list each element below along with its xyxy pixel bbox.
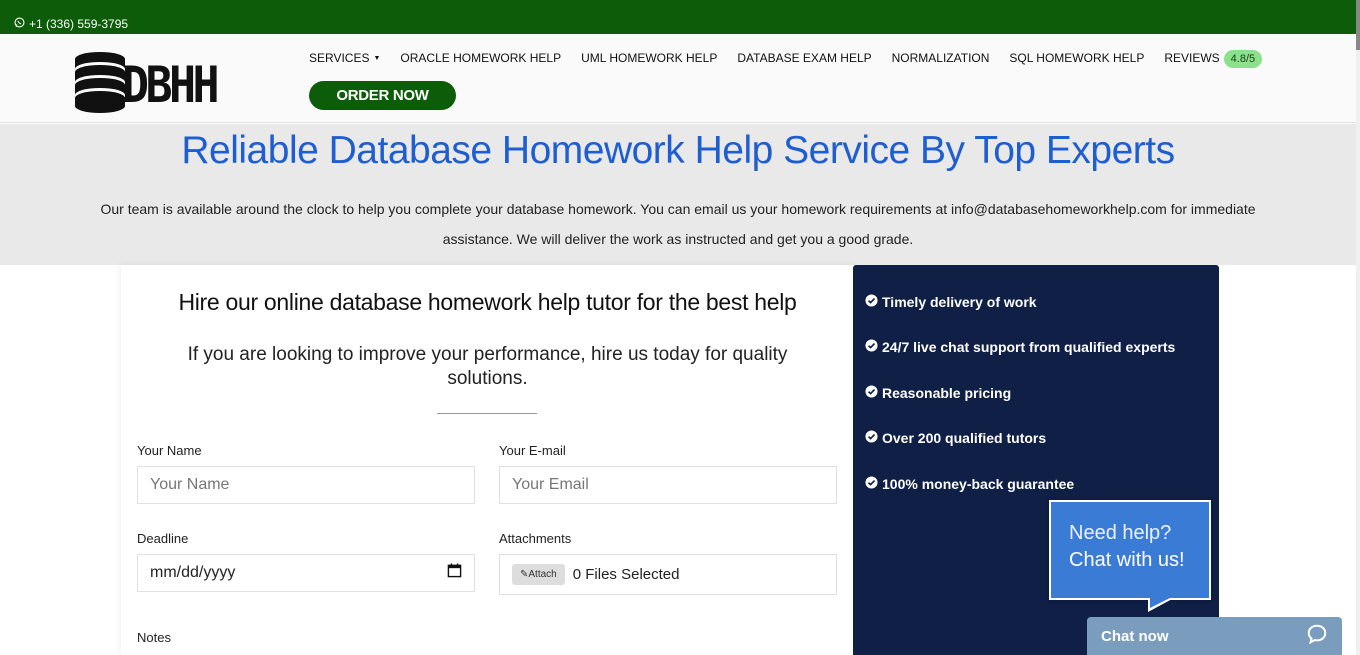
benefit-text: 100% money-back guarantee xyxy=(882,476,1075,492)
nav-reviews-label: REVIEWS xyxy=(1164,51,1220,65)
name-placeholder: Your Name xyxy=(150,476,230,493)
email-input[interactable]: Your Email xyxy=(499,466,837,504)
benefit-item: 100% money-back guarantee xyxy=(865,476,1074,492)
page-title: Reliable Database Homework Help Service … xyxy=(181,129,1175,172)
email-label: Your E-mail xyxy=(499,443,566,458)
nav-sql-homework-help[interactable]: SQL HOMEWORK HELP xyxy=(1009,51,1144,65)
check-circle-icon xyxy=(865,385,878,401)
scrollbar-thumb[interactable] xyxy=(1356,0,1360,50)
nav-oracle-homework-help[interactable]: ORACLE HOMEWORK HELP xyxy=(400,51,561,65)
whatsapp-icon xyxy=(14,17,25,31)
name-label: Your Name xyxy=(137,443,202,458)
check-circle-icon xyxy=(865,339,878,355)
attachments-field: ✎Attach 0 Files Selected xyxy=(499,554,837,595)
chat-now-label: Chat now xyxy=(1101,627,1169,645)
divider xyxy=(437,413,537,414)
rating-badge: 4.8/5 xyxy=(1223,50,1263,68)
benefit-item: 24/7 live chat support from qualified ex… xyxy=(865,339,1175,355)
order-form-card: Hire our online database homework help t… xyxy=(121,265,854,655)
caret-down-icon: ▼ xyxy=(373,55,381,62)
deadline-value: mm/dd/yyyy xyxy=(150,564,236,581)
attach-button-label: Attach xyxy=(528,569,557,580)
chat-bubble-line2: Chat with us! xyxy=(1069,549,1185,571)
email-placeholder: Your Email xyxy=(512,476,589,493)
form-subheading: If you are looking to improve your perfo… xyxy=(187,344,788,389)
notes-label: Notes xyxy=(137,630,171,645)
order-now-button[interactable]: ORDER NOW xyxy=(309,81,456,110)
nav-database-exam-help[interactable]: DATABASE EXAM HELP xyxy=(737,51,871,65)
benefit-text: Timely delivery of work xyxy=(882,294,1037,310)
calendar-icon[interactable] xyxy=(447,563,462,583)
name-input[interactable]: Your Name xyxy=(137,466,475,504)
check-circle-icon xyxy=(865,294,878,310)
nav-reviews[interactable]: REVIEWS 4.8/5 xyxy=(1164,50,1263,68)
chat-now-button[interactable]: Chat now xyxy=(1087,617,1342,655)
attach-button[interactable]: ✎Attach xyxy=(512,564,565,585)
benefit-text: Over 200 qualified tutors xyxy=(882,430,1047,446)
benefit-item: Reasonable pricing xyxy=(865,385,1011,401)
phone-number: +1 (336) 559-3795 xyxy=(29,17,129,31)
page-scrollbar[interactable] xyxy=(1356,0,1360,655)
chat-bubble-icon xyxy=(1306,623,1328,649)
nav-services[interactable]: SERVICES ▼ xyxy=(309,51,380,65)
main-navbar: DBHH SERVICES ▼ ORACLE HOMEWORK HELP UML … xyxy=(0,34,1356,123)
deadline-label: Deadline xyxy=(137,531,189,546)
files-selected-status: 0 Files Selected xyxy=(572,566,680,583)
hero-description: Our team is available around the clock t… xyxy=(100,201,1256,247)
benefit-text: 24/7 live chat support from qualified ex… xyxy=(882,339,1176,355)
benefit-text: Reasonable pricing xyxy=(882,385,1012,401)
database-stack-icon xyxy=(74,51,126,118)
benefit-item: Timely delivery of work xyxy=(865,294,1037,310)
site-logo[interactable]: DBHH xyxy=(74,51,226,118)
nav-services-label: SERVICES xyxy=(309,51,370,65)
form-heading: Hire our online database homework help t… xyxy=(178,289,797,315)
chat-bubble-line1: Need help? xyxy=(1069,522,1172,544)
phone-contact[interactable]: +1 (336) 559-3795 xyxy=(14,17,128,31)
logo-text: DBHH xyxy=(122,55,220,114)
chat-bubble-tail-inner xyxy=(1150,598,1170,608)
chat-invitation-bubble[interactable]: Need help? Chat with us! xyxy=(1049,500,1211,600)
nav-menu: SERVICES ▼ ORACLE HOMEWORK HELP UML HOMEW… xyxy=(309,50,1263,68)
benefit-item: Over 200 qualified tutors xyxy=(865,430,1046,446)
check-circle-icon xyxy=(865,430,878,446)
check-circle-icon xyxy=(865,476,878,492)
nav-normalization[interactable]: NORMALIZATION xyxy=(892,51,990,65)
hero-section: Reliable Database Homework Help Service … xyxy=(0,124,1356,265)
top-contact-bar: +1 (336) 559-3795 xyxy=(0,0,1360,34)
attachments-label: Attachments xyxy=(499,531,572,546)
nav-uml-homework-help[interactable]: UML HOMEWORK HELP xyxy=(581,51,717,65)
deadline-input[interactable]: mm/dd/yyyy xyxy=(137,554,475,592)
